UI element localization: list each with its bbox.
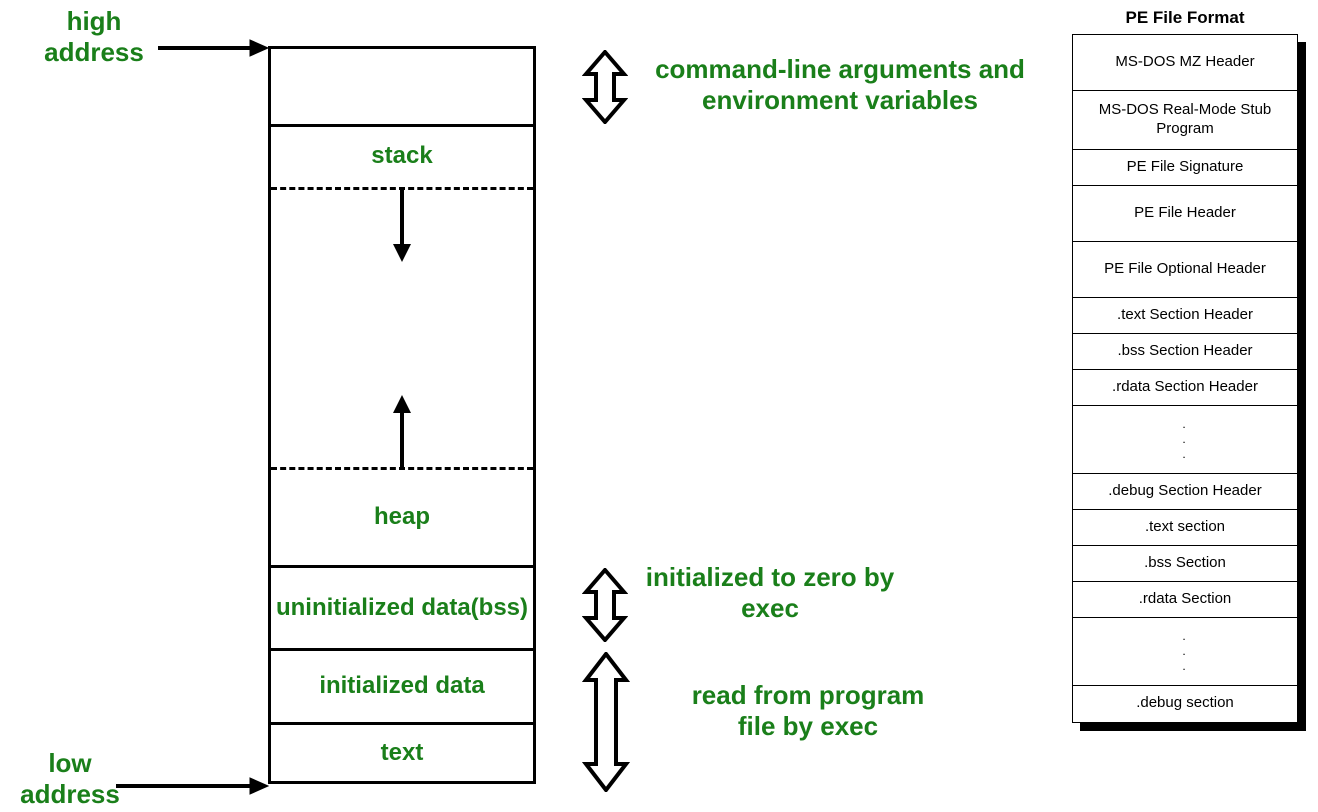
pe-row-msdos-mz: MS-DOS MZ Header bbox=[1073, 35, 1297, 91]
arrow-heap-grows-up-icon bbox=[390, 395, 414, 467]
segment-gap bbox=[271, 190, 533, 467]
memory-layout-diagram: high address low address stack bbox=[0, 0, 1060, 812]
segment-env bbox=[271, 49, 533, 127]
arrow-low-address bbox=[108, 776, 270, 796]
pe-title: PE File Format bbox=[1072, 8, 1298, 28]
pe-row-rdata-sec: .rdata Section bbox=[1073, 582, 1297, 618]
pe-file-format-table: PE File Format MS-DOS MZ Header MS-DOS R… bbox=[1072, 8, 1298, 723]
arrow-stack-grows-down-icon bbox=[390, 190, 414, 262]
label-read-file: read from program file by exec bbox=[688, 680, 928, 742]
pe-row-text-hdr: .text Section Header bbox=[1073, 298, 1297, 334]
pe-row-pe-optional: PE File Optional Header bbox=[1073, 242, 1297, 298]
segment-init: initialized data bbox=[271, 651, 533, 725]
segment-bss: uninitialized data(bss) bbox=[271, 568, 533, 652]
label-high-address: high address bbox=[24, 6, 164, 68]
pe-row-rdata-hdr: .rdata Section Header bbox=[1073, 370, 1297, 406]
pe-row-pe-signature: PE File Signature bbox=[1073, 150, 1297, 186]
segment-heap: heap bbox=[271, 470, 533, 568]
pe-row-msdos-stub: MS-DOS Real-Mode Stub Program bbox=[1073, 91, 1297, 150]
double-arrow-read-icon bbox=[582, 652, 630, 792]
memory-column: stack heap uninitialized data(bss) initi… bbox=[268, 46, 536, 784]
pe-row-debug-sec: .debug section bbox=[1073, 686, 1297, 722]
label-cmd-env: command-line arguments and environment v… bbox=[640, 54, 1040, 116]
double-arrow-env-icon bbox=[582, 50, 628, 124]
pe-row-dots-1: ... bbox=[1073, 406, 1297, 474]
label-init-zero: initialized to zero by exec bbox=[640, 562, 900, 624]
arrow-high-address bbox=[150, 38, 270, 58]
pe-row-bss-sec: .bss Section bbox=[1073, 546, 1297, 582]
segment-text: text bbox=[271, 725, 533, 781]
pe-row-dots-2: ... bbox=[1073, 618, 1297, 686]
pe-row-debug-hdr: .debug Section Header bbox=[1073, 474, 1297, 510]
pe-list: MS-DOS MZ Header MS-DOS Real-Mode Stub P… bbox=[1072, 34, 1298, 723]
double-arrow-bss-icon bbox=[582, 568, 628, 642]
segment-stack: stack bbox=[271, 127, 533, 187]
pe-row-text-sec: .text section bbox=[1073, 510, 1297, 546]
pe-row-pe-header: PE File Header bbox=[1073, 186, 1297, 242]
pe-row-bss-hdr: .bss Section Header bbox=[1073, 334, 1297, 370]
